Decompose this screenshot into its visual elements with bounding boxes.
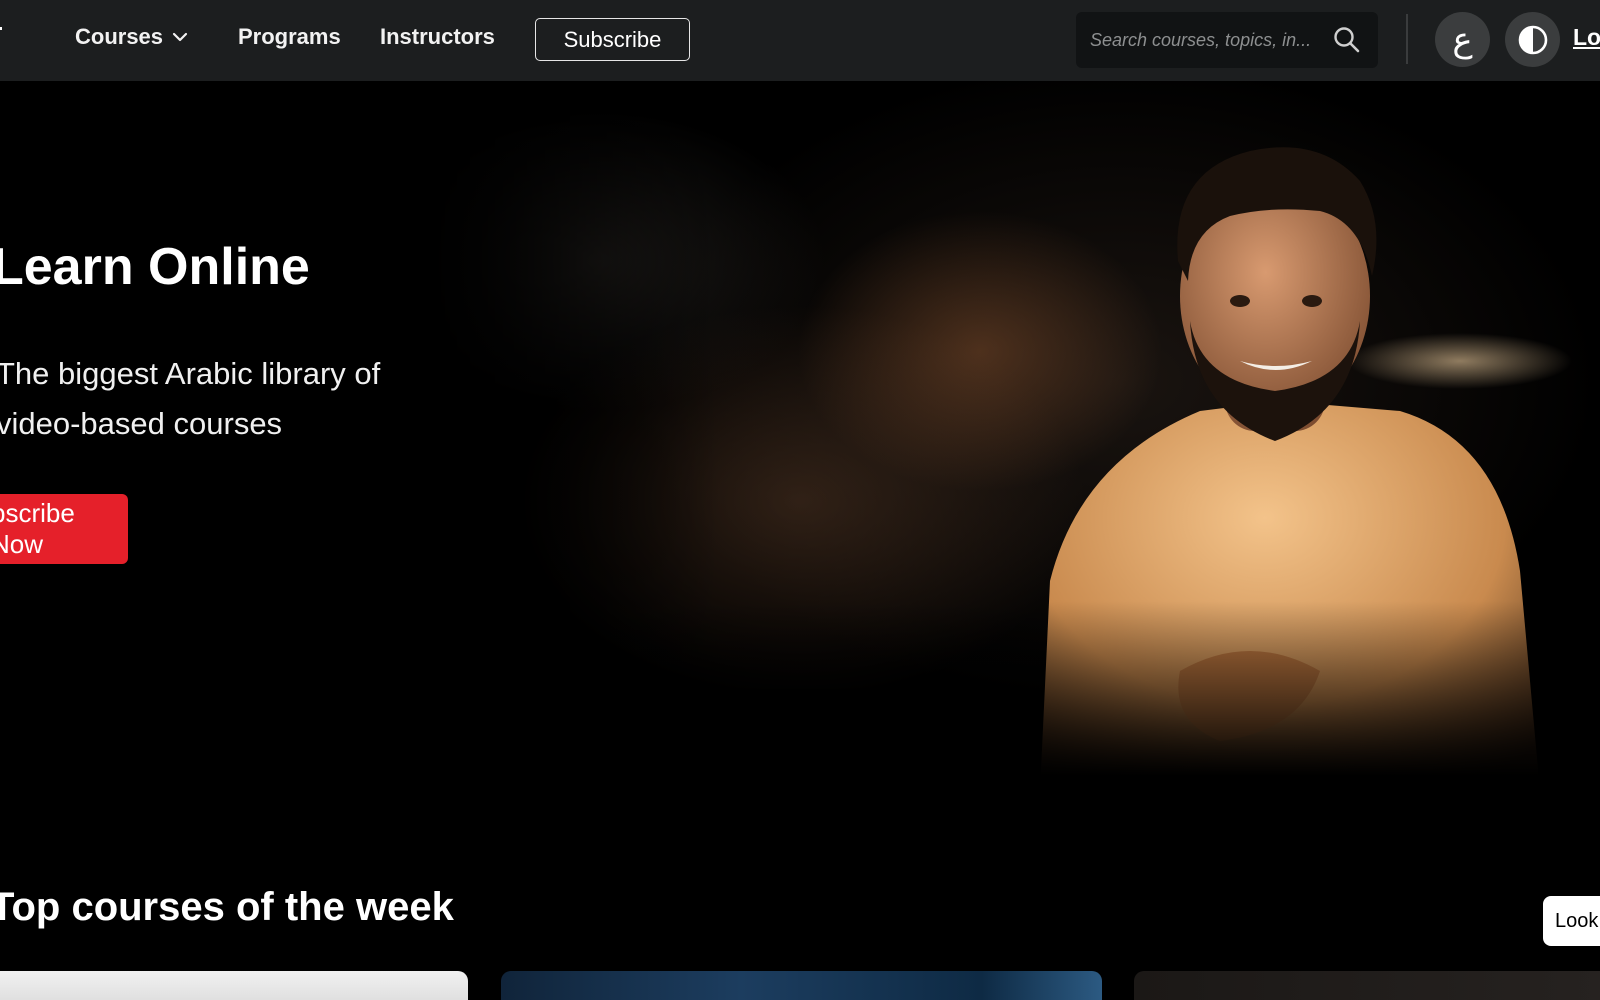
course-card[interactable] <box>501 971 1102 1000</box>
subscribe-now-button[interactable]: Subscribe Now <box>0 494 128 564</box>
subscribe-button[interactable]: Subscribe <box>535 18 690 61</box>
nav-instructors-link[interactable]: Instructors <box>380 24 495 50</box>
contrast-icon <box>1518 25 1547 54</box>
login-link[interactable]: Login <box>1573 24 1600 51</box>
top-navbar: Courses Programs Instructors Subscribe ع <box>0 0 1600 81</box>
theme-toggle-button[interactable] <box>1505 12 1560 67</box>
nav-courses-label: Courses <box>75 24 164 49</box>
hero-gradient-bottom <box>0 601 1600 851</box>
floating-chip[interactable]: Look <box>1543 896 1600 946</box>
course-card[interactable] <box>0 971 468 1000</box>
nav-divider <box>1406 14 1408 64</box>
search-box <box>1076 12 1378 68</box>
chevron-down-icon <box>172 32 188 42</box>
course-card[interactable] <box>1134 971 1600 1000</box>
hero-subtitle: The biggest Arabic library of video-base… <box>0 356 381 441</box>
nav-programs-link[interactable]: Programs <box>238 24 341 50</box>
language-toggle-button[interactable]: ع <box>1435 12 1490 67</box>
nav-courses-menu[interactable]: Courses <box>75 24 189 50</box>
hero-title: Learn Online <box>0 238 310 296</box>
section-title: Top courses of the week <box>0 885 454 929</box>
search-input[interactable] <box>1090 29 1320 51</box>
arabic-letter-icon: ع <box>1452 19 1473 60</box>
logo-fragment[interactable] <box>0 27 2 30</box>
search-icon[interactable] <box>1332 25 1362 55</box>
page: Courses Programs Instructors Subscribe ع <box>0 0 1600 1000</box>
hero-section: Learn Online The biggest Arabic library … <box>0 81 1600 851</box>
